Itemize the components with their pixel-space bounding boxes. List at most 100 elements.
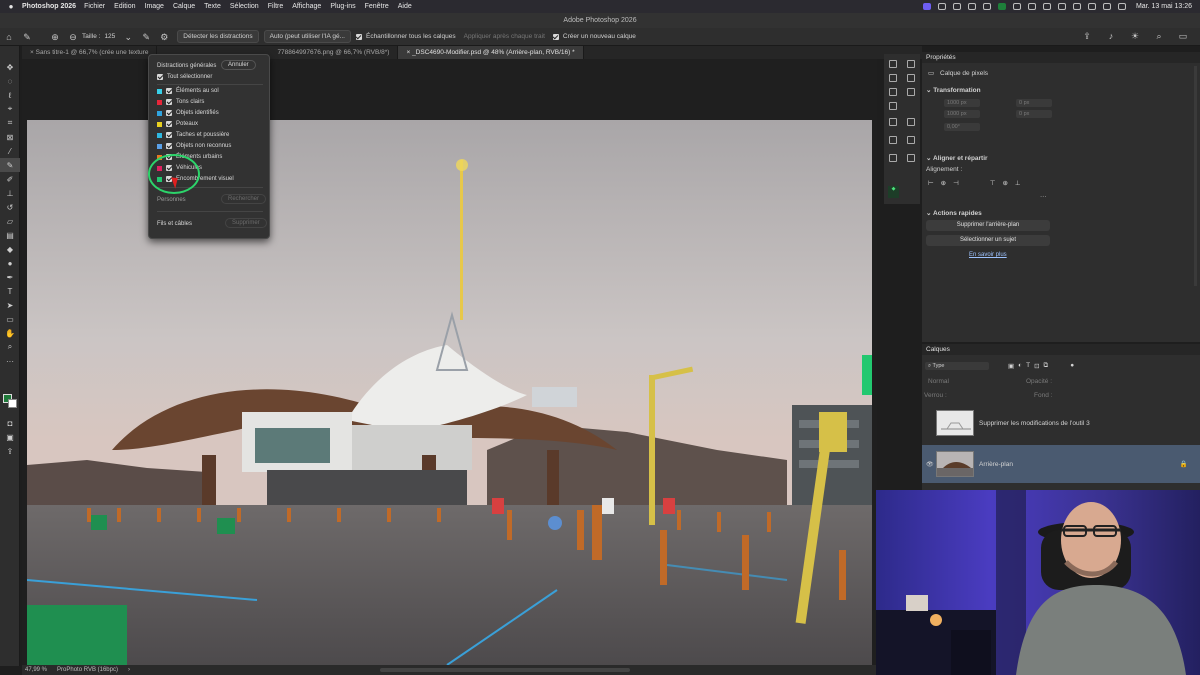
color-profile[interactable]: ProPhoto RVB (16bpc) [57, 667, 118, 673]
brush-tool-icon[interactable]: ✐ [0, 172, 20, 186]
properties-scrollbar[interactable] [1194, 66, 1197, 286]
layer-filter-dropdown[interactable]: ⌕ Type [925, 362, 989, 370]
zoom-level[interactable]: 47,99 % [25, 667, 47, 673]
hand-tool-icon[interactable]: ✋ [0, 326, 20, 340]
info-icon[interactable] [889, 136, 897, 144]
blend-mode-dropdown[interactable]: Normal [928, 378, 949, 385]
visibility-eye-icon[interactable]: 👁 [926, 461, 934, 468]
eraser-tool-icon[interactable]: ▱ [0, 214, 20, 228]
align-center-h-icon[interactable]: ⊕ [941, 179, 946, 187]
history-icon[interactable] [889, 60, 897, 68]
height-field[interactable]: 1000 px [944, 110, 980, 118]
pen-tool-icon[interactable]: ✒ [0, 270, 20, 284]
eyedropper-tool-icon[interactable]: ⁄ [0, 144, 20, 158]
channels-icon[interactable] [889, 118, 897, 126]
settings-gear-icon[interactable]: ⚙ [159, 32, 169, 42]
layer-name[interactable]: Supprimer les modifications de l'outil 3 [979, 420, 1090, 427]
align-middle-v-icon[interactable]: ⊕ [1002, 179, 1007, 187]
zoom-tool-icon[interactable]: ⌕ [0, 340, 20, 354]
distraction-item-unrecognized[interactable]: Objets non reconnus [157, 143, 231, 149]
menu-filtre[interactable]: Filtre [268, 3, 284, 10]
menu-selection[interactable]: Sélection [230, 3, 259, 10]
status-icon[interactable] [937, 3, 946, 10]
gradient-tool-icon[interactable]: ▤ [0, 228, 20, 242]
menu-aide[interactable]: Aide [398, 3, 412, 10]
object-selection-tool-icon[interactable]: ⌖ [0, 102, 20, 116]
path-selection-tool-icon[interactable]: ➤ [0, 298, 20, 312]
wifi-icon[interactable] [1087, 3, 1096, 10]
move-tool-icon[interactable]: ✥ [0, 60, 20, 74]
marquee-tool-icon[interactable]: ◌ [0, 74, 20, 88]
lightbulb-icon[interactable]: ☀ [1130, 31, 1140, 41]
color-icon[interactable] [907, 136, 915, 144]
transform-section-title[interactable]: ⌄ Transformation [926, 86, 981, 94]
sample-all-layers-checkbox[interactable]: Échantillonner tous les calques [355, 33, 456, 40]
more-options-icon[interactable]: ··· [1040, 193, 1047, 200]
layers-title[interactable]: Calques [922, 344, 1200, 355]
layer-name[interactable]: Arrière-plan [979, 461, 1013, 468]
lock-icon[interactable]: 🔒 [1180, 460, 1188, 468]
chevron-right-icon[interactable]: › [128, 667, 130, 673]
align-bottom-icon[interactable]: ⊥ [1015, 179, 1021, 187]
menu-fenetre[interactable]: Fenêtre [365, 3, 389, 10]
filter-smart-icon[interactable]: ⧉ [1044, 362, 1049, 370]
cancel-button[interactable]: Annuler [221, 60, 256, 70]
brush-settings-icon[interactable] [889, 102, 897, 110]
menu-edition[interactable]: Edition [114, 3, 135, 10]
checkbox-checked-icon[interactable] [166, 132, 172, 138]
status-icon[interactable] [1042, 3, 1051, 10]
properties-icon[interactable] [907, 60, 915, 68]
select-subject-button[interactable]: Sélectionner un sujet [926, 235, 1050, 246]
mode-dropdown[interactable]: Auto (peut utiliser l'IA gé... [263, 30, 351, 43]
search-people-button[interactable]: Rechercher [221, 194, 267, 204]
menu-calque[interactable]: Calque [173, 3, 195, 10]
bell-icon[interactable]: ♪ [1106, 31, 1116, 41]
share-icon[interactable]: ⇪ [0, 444, 20, 458]
reapply-each-stroke-option[interactable]: Appliquer après chaque trait [464, 33, 545, 40]
apple-icon[interactable]: ● [6, 2, 16, 11]
lasso-tool-icon[interactable]: ℓ [0, 88, 20, 102]
dodge-tool-icon[interactable]: ● [0, 256, 20, 270]
blur-tool-icon[interactable]: ◆ [0, 242, 20, 256]
status-icon[interactable] [967, 3, 976, 10]
paths-icon[interactable] [907, 118, 915, 126]
type-tool-icon[interactable]: T [0, 284, 20, 298]
status-icon[interactable] [1072, 3, 1081, 10]
layer-row[interactable]: 👁 Arrière-plan 🔒 [922, 445, 1200, 483]
crop-tool-icon[interactable]: ⌗ [0, 116, 20, 130]
remove-tool-icon[interactable]: ✎ [0, 158, 20, 172]
add-mode-icon[interactable]: ⊕ [50, 32, 60, 42]
create-new-layer-checkbox[interactable]: Créer un nouveau calque [552, 33, 636, 40]
screen-record-icon[interactable] [922, 3, 931, 10]
status-icon[interactable] [1057, 3, 1066, 10]
rectangle-tool-icon[interactable]: ▭ [0, 312, 20, 326]
align-top-icon[interactable]: ⊤ [990, 179, 996, 187]
rotation-field[interactable]: 0,00° [944, 123, 980, 131]
horizontal-scrollbar[interactable] [380, 668, 630, 672]
checkbox-checked-icon[interactable] [166, 99, 172, 105]
distraction-item-identified-objects[interactable]: Objets identifiés [157, 110, 219, 116]
home-icon[interactable]: ⌂ [4, 32, 14, 42]
swatches-icon[interactable] [889, 74, 897, 82]
adjustments-icon[interactable] [907, 74, 915, 82]
checkbox-checked-icon[interactable] [166, 121, 172, 127]
menu-image[interactable]: Image [145, 3, 164, 10]
filter-shape-icon[interactable]: ⊡ [1034, 362, 1039, 370]
align-section-title[interactable]: ⌄ Aligner et répartir [926, 154, 988, 162]
workspace-icon[interactable]: ▭ [1178, 31, 1188, 41]
actions-icon[interactable] [889, 154, 897, 162]
remove-background-button[interactable]: Supprimer l'arrière-plan [926, 220, 1050, 231]
learn-more-link[interactable]: En savoir plus [969, 252, 1007, 258]
status-icon[interactable] [1012, 3, 1021, 10]
distraction-item-ground[interactable]: Éléments au sol [157, 88, 219, 94]
control-center-icon[interactable] [1117, 3, 1126, 10]
size-input[interactable]: 125 [104, 33, 115, 40]
width-field[interactable]: 1000 px [944, 99, 980, 107]
search-icon[interactable] [1102, 3, 1111, 10]
filter-toggle-icon[interactable]: ● [1070, 362, 1074, 370]
libraries-icon[interactable] [907, 88, 915, 96]
distraction-item-dust[interactable]: Taches et poussière [157, 132, 229, 138]
status-icon[interactable] [982, 3, 991, 10]
status-icon[interactable] [1027, 3, 1036, 10]
checkbox-checked-icon[interactable] [166, 143, 172, 149]
